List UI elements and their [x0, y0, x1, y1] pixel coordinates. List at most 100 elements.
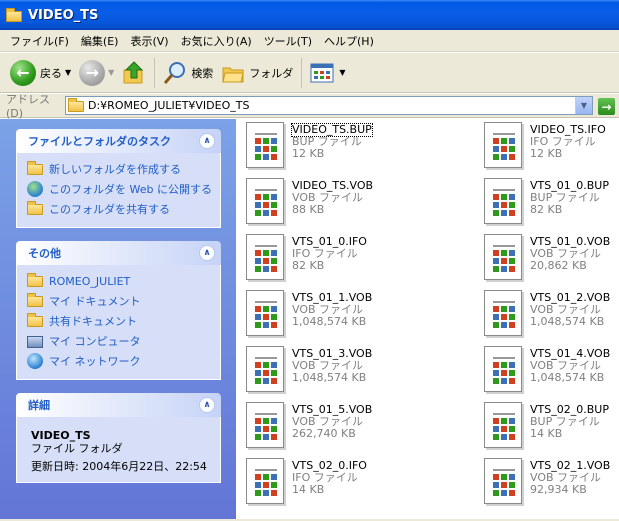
file-item[interactable]: VTS_01_1.VOB VOB ファイル 1,048,574 KB: [244, 290, 414, 342]
task-new-folder[interactable]: 新しいフォルダを作成する: [27, 159, 220, 179]
forward-arrow-icon: →: [79, 59, 106, 86]
file-view: VIDEO_TS.BUP BUP ファイル 12 KB VIDEO_TS.IFO IFO…: [236, 119, 619, 521]
details-title: 詳細: [28, 399, 50, 412]
views-icon: [310, 63, 334, 82]
file-icon: [244, 234, 288, 280]
place-my-documents[interactable]: マイ ドキュメント: [27, 291, 220, 311]
file-item[interactable]: VTS_02_0.IFO IFO ファイル 14 KB: [244, 458, 414, 510]
file-item[interactable]: VTS_02_0.BUP BUP ファイル 14 KB: [482, 402, 619, 454]
globe-icon: [27, 181, 43, 197]
file-item[interactable]: VTS_01_2.VOB VOB ファイル 1,048,574 KB: [482, 290, 619, 342]
place-my-computer[interactable]: マイ コンピュータ: [27, 331, 220, 351]
task-share-folder[interactable]: このフォルダを共有する: [27, 199, 220, 219]
folders-button[interactable]: フォルダ: [217, 56, 297, 90]
back-label: 戻る: [40, 66, 62, 80]
file-size: 14 KB: [292, 483, 325, 496]
other-places-header[interactable]: その他 ∧: [16, 241, 221, 265]
file-item[interactable]: VTS_01_4.VOB VOB ファイル 1,048,574 KB: [482, 346, 619, 398]
place-my-documents-label: マイ ドキュメント: [49, 295, 141, 308]
file-size: 82 KB: [530, 203, 563, 216]
menu-file[interactable]: ファイル(F): [4, 33, 75, 49]
file-meta: VTS_02_0.IFO IFO ファイル 14 KB: [292, 458, 367, 510]
task-new-folder-label: 新しいフォルダを作成する: [49, 163, 181, 176]
address-dropdown-icon[interactable]: ▼: [575, 97, 592, 114]
tasks-panel-body: 新しいフォルダを作成する このフォルダを Web に公開する このフォルダを共有…: [16, 153, 221, 228]
file-item[interactable]: VIDEO_TS.IFO IFO ファイル 12 KB: [482, 122, 619, 174]
views-button[interactable]: ▼: [306, 56, 349, 90]
back-button[interactable]: ← 戻る ▼: [6, 56, 75, 90]
file-size: 14 KB: [530, 427, 563, 440]
collapse-icon[interactable]: ∧: [199, 397, 215, 413]
details-modified: 更新日時: 2004年6月22日、22:54: [31, 460, 207, 473]
title-bar[interactable]: VIDEO_TS: [0, 0, 619, 30]
toolbar: ← 戻る ▼ → ▼ 検索 フォルダ ▼: [0, 53, 619, 93]
other-places-title: その他: [28, 247, 61, 260]
file-size: 88 KB: [292, 203, 325, 216]
search-label: 検索: [191, 66, 214, 80]
back-dropdown-icon[interactable]: ▼: [65, 68, 71, 77]
menu-favorites[interactable]: お気に入り(A): [175, 33, 258, 49]
file-item[interactable]: VTS_01_3.VOB VOB ファイル 1,048,574 KB: [244, 346, 414, 398]
file-meta: VIDEO_TS.IFO IFO ファイル 12 KB: [530, 122, 606, 174]
file-icon: [482, 458, 526, 504]
place-shared-documents[interactable]: 共有ドキュメント: [27, 311, 220, 331]
file-icon: [244, 346, 288, 392]
forward-dropdown-icon[interactable]: ▼: [108, 68, 114, 77]
menu-help[interactable]: ヘルプ(H): [318, 33, 380, 49]
file-icon: [244, 458, 288, 504]
file-item[interactable]: VTS_02_1.VOB VOB ファイル 92,934 KB: [482, 458, 619, 510]
tasks-panel-title: ファイルとフォルダのタスク: [28, 135, 171, 148]
file-meta: VTS_02_1.VOB VOB ファイル 92,934 KB: [530, 458, 610, 510]
folder-icon: [6, 7, 22, 22]
file-icon: [482, 402, 526, 448]
file-meta: VTS_01_4.VOB VOB ファイル 1,048,574 KB: [530, 346, 610, 398]
file-size: 12 KB: [530, 147, 563, 160]
menu-tools[interactable]: ツール(T): [258, 33, 318, 49]
place-my-network-label: マイ ネットワーク: [49, 355, 141, 368]
file-size: 262,740 KB: [292, 427, 356, 440]
views-dropdown-icon[interactable]: ▼: [339, 68, 345, 77]
folder-icon: [68, 97, 84, 113]
file-icon: [482, 290, 526, 336]
folders-icon: [222, 67, 244, 82]
task-publish-web[interactable]: このフォルダを Web に公開する: [27, 179, 220, 199]
task-publish-web-label: このフォルダを Web に公開する: [49, 183, 212, 196]
file-size: 92,934 KB: [530, 483, 587, 496]
file-item[interactable]: VTS_01_0.IFO IFO ファイル 82 KB: [244, 234, 414, 286]
file-item[interactable]: VIDEO_TS.VOB VOB ファイル 88 KB: [244, 178, 414, 230]
file-icon: [244, 178, 288, 224]
tasks-panel-header[interactable]: ファイルとフォルダのタスク ∧: [16, 129, 221, 153]
forward-button[interactable]: → ▼: [75, 56, 118, 90]
file-item[interactable]: VTS_01_0.VOB VOB ファイル 20,862 KB: [482, 234, 619, 286]
file-size: 82 KB: [292, 259, 325, 272]
other-places-body: ROMEO_JULIET マイ ドキュメント 共有ドキュメント マイ コンピュー…: [16, 265, 221, 380]
up-folder-button[interactable]: [118, 56, 150, 90]
details-header[interactable]: 詳細 ∧: [16, 393, 221, 417]
place-romeo-juliet[interactable]: ROMEO_JULIET: [27, 271, 220, 291]
file-item[interactable]: VIDEO_TS.BUP BUP ファイル 12 KB: [244, 122, 414, 174]
address-input[interactable]: D:¥ROMEO_JULIET¥VIDEO_TS ▼: [65, 96, 593, 115]
search-button[interactable]: 検索: [159, 56, 217, 90]
menu-view[interactable]: 表示(V): [124, 33, 174, 49]
place-my-network[interactable]: マイ ネットワーク: [27, 351, 220, 371]
file-icon: [482, 346, 526, 392]
file-size: 1,048,574 KB: [530, 371, 605, 384]
other-places-panel: その他 ∧ ROMEO_JULIET マイ ドキュメント 共有ドキュメント マイ…: [16, 241, 221, 380]
toolbar-separator: [154, 57, 156, 88]
shared-documents-icon: [27, 313, 43, 329]
file-meta: VTS_01_3.VOB VOB ファイル 1,048,574 KB: [292, 346, 372, 398]
my-documents-icon: [27, 293, 43, 309]
share-folder-icon: [27, 201, 43, 217]
window-title: VIDEO_TS: [28, 7, 99, 23]
file-size: 1,048,574 KB: [530, 315, 605, 328]
address-label: アドレス(D): [6, 93, 50, 120]
tasks-panel: ファイルとフォルダのタスク ∧ 新しいフォルダを作成する このフォルダを Web…: [16, 129, 221, 228]
file-item[interactable]: VTS_01_0.BUP BUP ファイル 82 KB: [482, 178, 619, 230]
details-panel: 詳細 ∧ VIDEO_TS ファイル フォルダ 更新日時: 2004年6月22日…: [16, 393, 221, 483]
collapse-icon[interactable]: ∧: [199, 133, 215, 149]
collapse-icon[interactable]: ∧: [199, 245, 215, 261]
folders-label: フォルダ: [249, 66, 294, 80]
menu-edit[interactable]: 編集(E): [75, 33, 125, 49]
go-button[interactable]: →: [598, 98, 615, 115]
file-item[interactable]: VTS_01_5.VOB VOB ファイル 262,740 KB: [244, 402, 414, 454]
